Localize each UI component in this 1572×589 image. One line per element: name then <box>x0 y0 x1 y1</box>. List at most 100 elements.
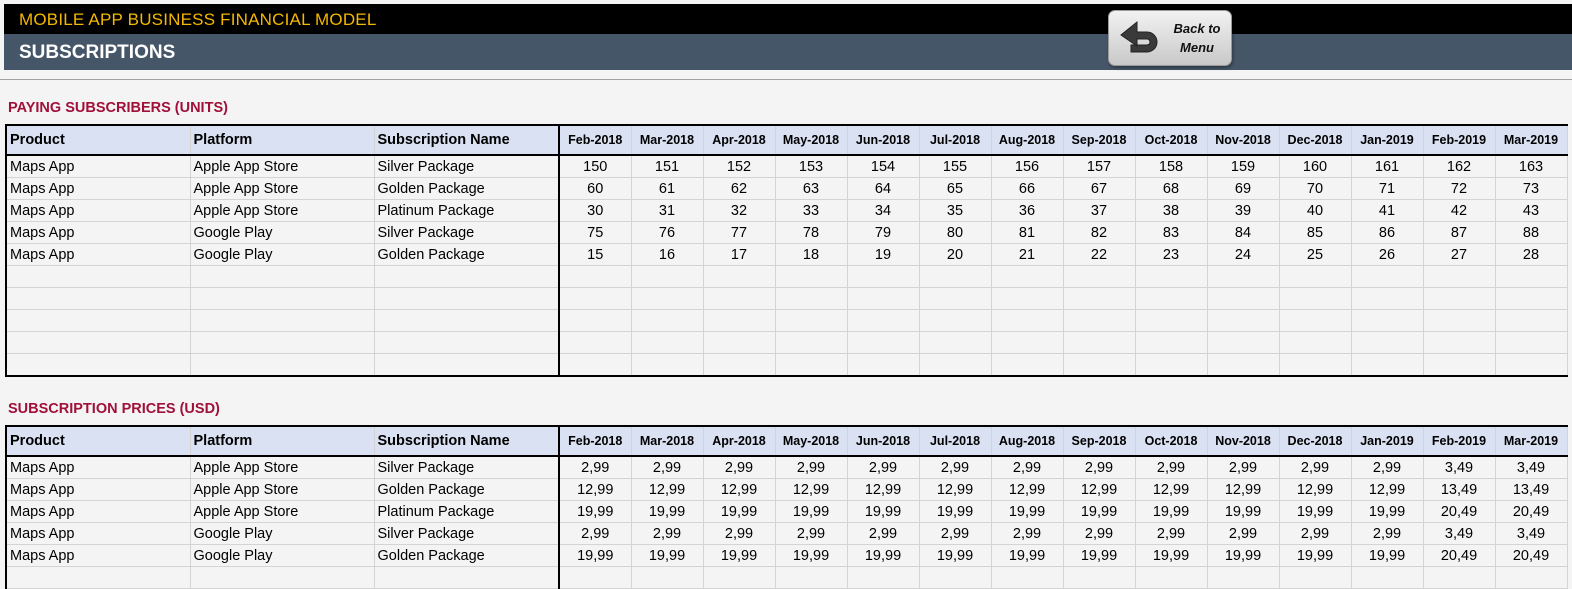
cell-value[interactable]: 19,99 <box>1278 544 1352 567</box>
cell-empty[interactable] <box>846 309 920 332</box>
cell-value[interactable]: 22 <box>1062 243 1136 266</box>
cell-value[interactable]: 19,99 <box>702 500 776 523</box>
cell-empty[interactable] <box>5 287 191 310</box>
cell-value[interactable]: 3,49 <box>1422 522 1496 545</box>
cell-empty[interactable] <box>1350 265 1424 288</box>
cell-platform[interactable]: Google Play <box>189 243 375 266</box>
cell-value[interactable]: 28 <box>1494 243 1568 266</box>
cell-value[interactable]: 2,99 <box>1206 455 1280 479</box>
cell-platform[interactable]: Apple App Store <box>189 500 375 523</box>
cell-platform[interactable]: Apple App Store <box>189 177 375 200</box>
cell-empty[interactable] <box>990 353 1064 377</box>
cell-empty[interactable] <box>189 353 375 377</box>
cell-value[interactable]: 2,99 <box>1062 522 1136 545</box>
cell-empty[interactable] <box>630 287 704 310</box>
cell-value[interactable]: 2,99 <box>558 455 632 479</box>
cell-value[interactable]: 12,99 <box>558 478 632 501</box>
cell-value[interactable]: 19,99 <box>630 544 704 567</box>
cell-value[interactable]: 19 <box>846 243 920 266</box>
cell-empty[interactable] <box>918 265 992 288</box>
cell-subscription-name[interactable]: Golden Package <box>373 544 560 567</box>
cell-empty[interactable] <box>630 566 704 589</box>
cell-empty[interactable] <box>1134 331 1208 354</box>
cell-empty[interactable] <box>1494 353 1568 377</box>
cell-product[interactable]: Maps App <box>5 500 191 523</box>
cell-value[interactable]: 19,99 <box>558 544 632 567</box>
cell-value[interactable]: 65 <box>918 177 992 200</box>
cell-empty[interactable] <box>774 566 848 589</box>
cell-empty[interactable] <box>1494 265 1568 288</box>
cell-empty[interactable] <box>1422 309 1496 332</box>
cell-product[interactable]: Maps App <box>5 544 191 567</box>
cell-value[interactable]: 2,99 <box>1206 522 1280 545</box>
cell-value[interactable]: 82 <box>1062 221 1136 244</box>
cell-value[interactable]: 20,49 <box>1494 500 1568 523</box>
cell-value[interactable]: 2,99 <box>846 522 920 545</box>
cell-empty[interactable] <box>189 265 375 288</box>
cell-product[interactable]: Maps App <box>5 221 191 244</box>
cell-value[interactable]: 70 <box>1278 177 1352 200</box>
cell-value[interactable]: 19,99 <box>918 500 992 523</box>
cell-value[interactable]: 19,99 <box>918 544 992 567</box>
cell-value[interactable]: 153 <box>774 154 848 178</box>
cell-value[interactable]: 12,99 <box>774 478 848 501</box>
cell-empty[interactable] <box>558 353 632 377</box>
cell-platform[interactable]: Apple App Store <box>189 478 375 501</box>
cell-value[interactable]: 19,99 <box>990 544 1064 567</box>
cell-value[interactable]: 62 <box>702 177 776 200</box>
cell-value[interactable]: 19,99 <box>1278 500 1352 523</box>
cell-subscription-name[interactable]: Golden Package <box>373 177 560 200</box>
cell-value[interactable]: 19,99 <box>990 500 1064 523</box>
cell-value[interactable]: 20,49 <box>1494 544 1568 567</box>
cell-value[interactable]: 19,99 <box>558 500 632 523</box>
cell-empty[interactable] <box>1206 265 1280 288</box>
cell-empty[interactable] <box>1350 566 1424 589</box>
cell-value[interactable]: 12,99 <box>990 478 1064 501</box>
cell-value[interactable]: 40 <box>1278 199 1352 222</box>
cell-value[interactable]: 12,99 <box>918 478 992 501</box>
cell-empty[interactable] <box>1062 353 1136 377</box>
cell-empty[interactable] <box>1278 287 1352 310</box>
cell-empty[interactable] <box>373 353 560 377</box>
cell-value[interactable]: 19,99 <box>1134 500 1208 523</box>
cell-value[interactable]: 75 <box>558 221 632 244</box>
cell-empty[interactable] <box>558 287 632 310</box>
cell-value[interactable]: 64 <box>846 177 920 200</box>
cell-empty[interactable] <box>774 331 848 354</box>
cell-empty[interactable] <box>990 287 1064 310</box>
cell-empty[interactable] <box>189 331 375 354</box>
cell-subscription-name[interactable]: Silver Package <box>373 455 560 479</box>
cell-value[interactable]: 19,99 <box>1350 544 1424 567</box>
cell-empty[interactable] <box>558 566 632 589</box>
cell-empty[interactable] <box>1494 331 1568 354</box>
cell-value[interactable]: 13,49 <box>1494 478 1568 501</box>
cell-value[interactable]: 2,99 <box>990 455 1064 479</box>
cell-value[interactable]: 85 <box>1278 221 1352 244</box>
cell-value[interactable]: 2,99 <box>774 522 848 545</box>
cell-empty[interactable] <box>846 331 920 354</box>
cell-empty[interactable] <box>1134 353 1208 377</box>
cell-value[interactable]: 71 <box>1350 177 1424 200</box>
cell-empty[interactable] <box>1062 265 1136 288</box>
cell-empty[interactable] <box>702 287 776 310</box>
cell-empty[interactable] <box>373 331 560 354</box>
cell-empty[interactable] <box>1134 566 1208 589</box>
cell-empty[interactable] <box>702 309 776 332</box>
cell-empty[interactable] <box>1350 309 1424 332</box>
cell-value[interactable]: 19,99 <box>702 544 776 567</box>
cell-value[interactable]: 67 <box>1062 177 1136 200</box>
cell-value[interactable]: 73 <box>1494 177 1568 200</box>
cell-subscription-name[interactable]: Platinum Package <box>373 500 560 523</box>
cell-value[interactable]: 15 <box>558 243 632 266</box>
cell-empty[interactable] <box>1278 331 1352 354</box>
cell-value[interactable]: 2,99 <box>630 522 704 545</box>
cell-value[interactable]: 19,99 <box>1206 544 1280 567</box>
cell-empty[interactable] <box>189 566 375 589</box>
cell-empty[interactable] <box>702 331 776 354</box>
cell-platform[interactable]: Apple App Store <box>189 199 375 222</box>
cell-subscription-name[interactable]: Golden Package <box>373 478 560 501</box>
cell-value[interactable]: 2,99 <box>1350 455 1424 479</box>
cell-empty[interactable] <box>1350 353 1424 377</box>
cell-empty[interactable] <box>702 353 776 377</box>
cell-empty[interactable] <box>1350 287 1424 310</box>
